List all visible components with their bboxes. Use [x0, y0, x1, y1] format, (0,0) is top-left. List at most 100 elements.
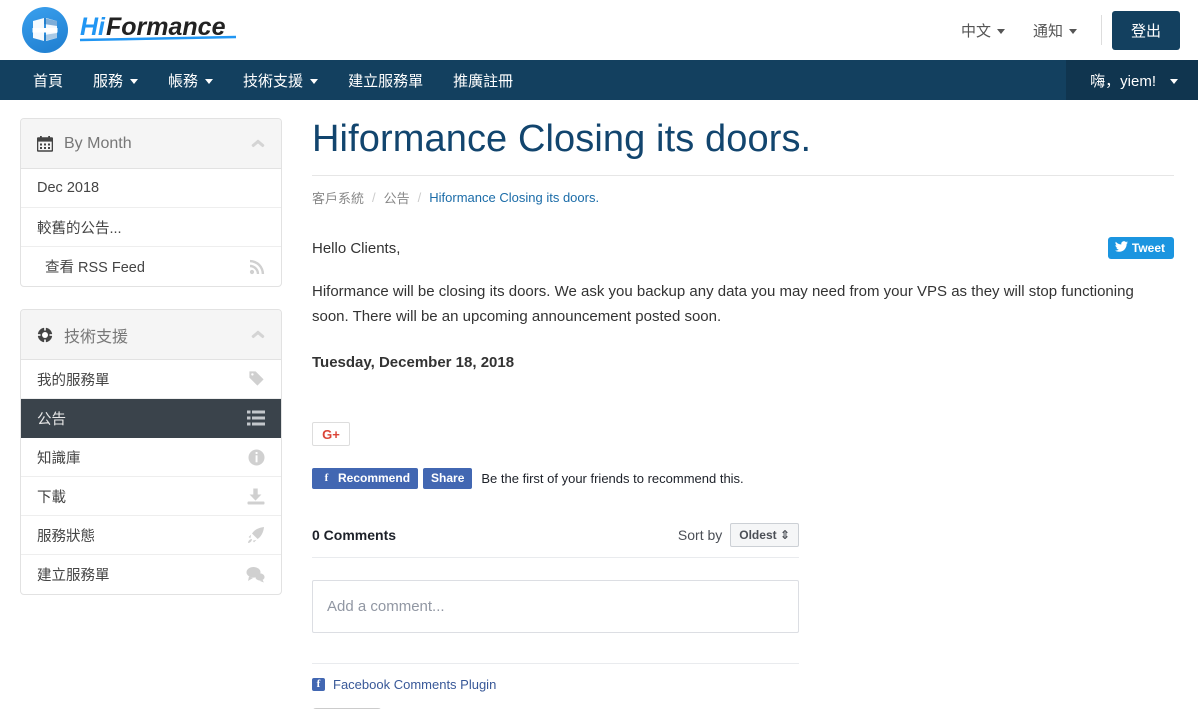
breadcrumb-item-announcements[interactable]: 公告: [384, 188, 410, 207]
sidebar-panel-support: 技術支援 我的服務單 公告 知識庫 下載 服務狀態 建立服務單: [20, 309, 282, 595]
chevron-down-icon: [205, 78, 214, 84]
sidebar: By Month Dec 2018 較舊的公告... 查看 RSS Feed 技…: [20, 118, 282, 709]
sidebar-item-label: 下載: [37, 489, 66, 506]
panel-title: 技術支援: [64, 328, 129, 346]
sidebar-item-downloads[interactable]: 下載: [21, 477, 281, 516]
brand-wordmark: Hi Formance: [78, 11, 238, 49]
main-content: Hiformance Closing its doors. 客戶系統 / 公告 …: [282, 118, 1198, 709]
sidebar-item-label: 服務狀態: [37, 528, 95, 545]
logout-button[interactable]: 登出: [1111, 10, 1180, 50]
nav-spacer: [528, 60, 1066, 100]
brand-logo[interactable]: Hi Formance: [20, 5, 238, 55]
panel-title: By Month: [64, 134, 132, 152]
facebook-recommend-label: Recommend: [338, 471, 411, 485]
chevron-down-icon: [1170, 78, 1178, 84]
nav-item-label: 建立服務單: [348, 72, 424, 90]
nav-item-label: 推廣註冊: [453, 72, 514, 90]
add-comment-input[interactable]: Add a comment...: [312, 580, 799, 633]
user-account-menu[interactable]: 嗨，yiem!: [1066, 60, 1198, 100]
comments-icon: [246, 566, 265, 583]
main-navigation: 首頁 服務 帳務 技術支援 建立服務單 推廣註冊 嗨，yiem!: [0, 60, 1198, 100]
nav-item-open-ticket[interactable]: 建立服務單: [333, 60, 438, 100]
facebook-share-button[interactable]: Share: [423, 468, 473, 489]
article-date: Tuesday, December 18, 2018: [312, 354, 515, 372]
nav-item-label: 首頁: [33, 72, 64, 90]
sidebar-item-dec-2018[interactable]: Dec 2018: [21, 169, 281, 208]
notifications-menu[interactable]: 通知: [1019, 20, 1091, 41]
sidebar-item-network-status[interactable]: 服務狀態: [21, 516, 281, 555]
announcement-article: Tweet Hello Clients, Hiformance will be …: [312, 237, 1174, 709]
tweet-button[interactable]: Tweet: [1107, 237, 1174, 259]
page-title: Hiformance Closing its doors.: [312, 118, 812, 160]
sidebar-item-label: 公告: [37, 411, 66, 428]
nav-item-affiliates[interactable]: 推廣註冊: [438, 60, 528, 100]
chevron-down-icon: [1068, 28, 1077, 34]
hiformance-logo-icon: [20, 5, 70, 55]
facebook-recommend-button[interactable]: f Recommend: [312, 468, 419, 489]
list-icon: [247, 410, 265, 426]
chevron-up-icon[interactable]: [251, 330, 265, 339]
comments-count: 0 Comments: [312, 527, 397, 543]
comments-sort-select[interactable]: Oldest ⇕: [730, 523, 799, 547]
nav-item-support[interactable]: 技術支援: [228, 60, 333, 100]
comments-section: 0 Comments Sort by Oldest ⇕ Add a commen…: [312, 523, 799, 709]
divider: [1100, 15, 1102, 45]
comments-divider: [312, 663, 799, 664]
sidebar-item-knowledgebase[interactable]: 知識庫: [21, 438, 281, 477]
nav-item-billing[interactable]: 帳務: [153, 60, 228, 100]
nav-item-home[interactable]: 首頁: [18, 60, 78, 100]
twitter-icon: [1114, 241, 1128, 255]
article-greeting: Hello Clients,: [312, 240, 401, 257]
sidebar-item-label: 查看 RSS Feed: [45, 260, 145, 276]
notifications-label: 通知: [1032, 22, 1063, 40]
chevron-down-icon: [310, 78, 319, 84]
language-label: 中文: [960, 22, 991, 40]
sidebar-item-label: Dec 2018: [37, 180, 100, 196]
breadcrumb-separator: /: [417, 190, 422, 205]
language-selector[interactable]: 中文: [947, 20, 1019, 41]
tags-icon: [247, 370, 265, 388]
sidebar-item-label: 較舊的公告...: [37, 220, 122, 237]
facebook-icon: f: [320, 472, 333, 485]
tweet-button-label: Tweet: [1131, 241, 1165, 255]
google-plus-button[interactable]: G+: [312, 422, 350, 446]
sidebar-panel-by-month: By Month Dec 2018 較舊的公告... 查看 RSS Feed: [20, 118, 282, 287]
panel-header-by-month[interactable]: By Month: [21, 119, 281, 169]
chevron-down-icon: [996, 28, 1005, 34]
facebook-plugin-label: Facebook Comments Plugin: [333, 677, 497, 692]
sidebar-item-open-ticket[interactable]: 建立服務單: [21, 555, 281, 594]
brand-text-hi: Hi: [80, 13, 106, 41]
breadcrumb-item-client-area[interactable]: 客戶系統: [312, 188, 364, 207]
sidebar-item-rss-feed[interactable]: 查看 RSS Feed: [21, 247, 281, 286]
chevron-up-icon[interactable]: [251, 139, 265, 148]
chevron-down-icon: [130, 78, 139, 84]
top-header: Hi Formance 中文 通知 登出: [0, 0, 1198, 60]
sidebar-item-older-announcements[interactable]: 較舊的公告...: [21, 208, 281, 247]
sort-by-label: Sort by: [677, 527, 723, 543]
sidebar-item-label: 我的服務單: [37, 372, 110, 389]
rocket-icon: [247, 526, 265, 544]
user-account-label: 嗨，yiem!: [1090, 72, 1156, 90]
facebook-note: Be the first of your friends to recommen…: [481, 471, 744, 486]
sidebar-item-announcements[interactable]: 公告: [21, 399, 281, 438]
panel-header-support[interactable]: 技術支援: [21, 310, 281, 360]
download-icon: [247, 488, 265, 505]
sidebar-item-label: 建立服務單: [37, 568, 110, 584]
rss-icon: [249, 259, 265, 275]
facebook-share-label: Share: [431, 471, 465, 485]
top-header-actions: 中文 通知 登出: [947, 10, 1180, 50]
breadcrumb: 客戶系統 / 公告 / Hiformance Closing its doors…: [312, 188, 1174, 207]
calendar-icon: [37, 135, 53, 152]
nav-item-services[interactable]: 服務: [78, 60, 153, 100]
life-ring-icon: [37, 326, 53, 343]
sidebar-item-my-tickets[interactable]: 我的服務單: [21, 360, 281, 399]
facebook-comments-plugin-link[interactable]: f Facebook Comments Plugin: [312, 677, 799, 692]
comments-header: 0 Comments Sort by Oldest ⇕: [312, 523, 799, 558]
title-divider: [312, 175, 1174, 176]
nav-item-label: 技術支援: [243, 72, 304, 90]
nav-item-label: 服務: [93, 72, 124, 90]
sidebar-item-label: 知識庫: [37, 450, 81, 467]
info-circle-icon: [248, 449, 265, 466]
facebook-like-row: f Recommend Share Be the first of your f…: [312, 468, 1174, 489]
breadcrumb-item-current[interactable]: Hiformance Closing its doors.: [429, 190, 599, 205]
